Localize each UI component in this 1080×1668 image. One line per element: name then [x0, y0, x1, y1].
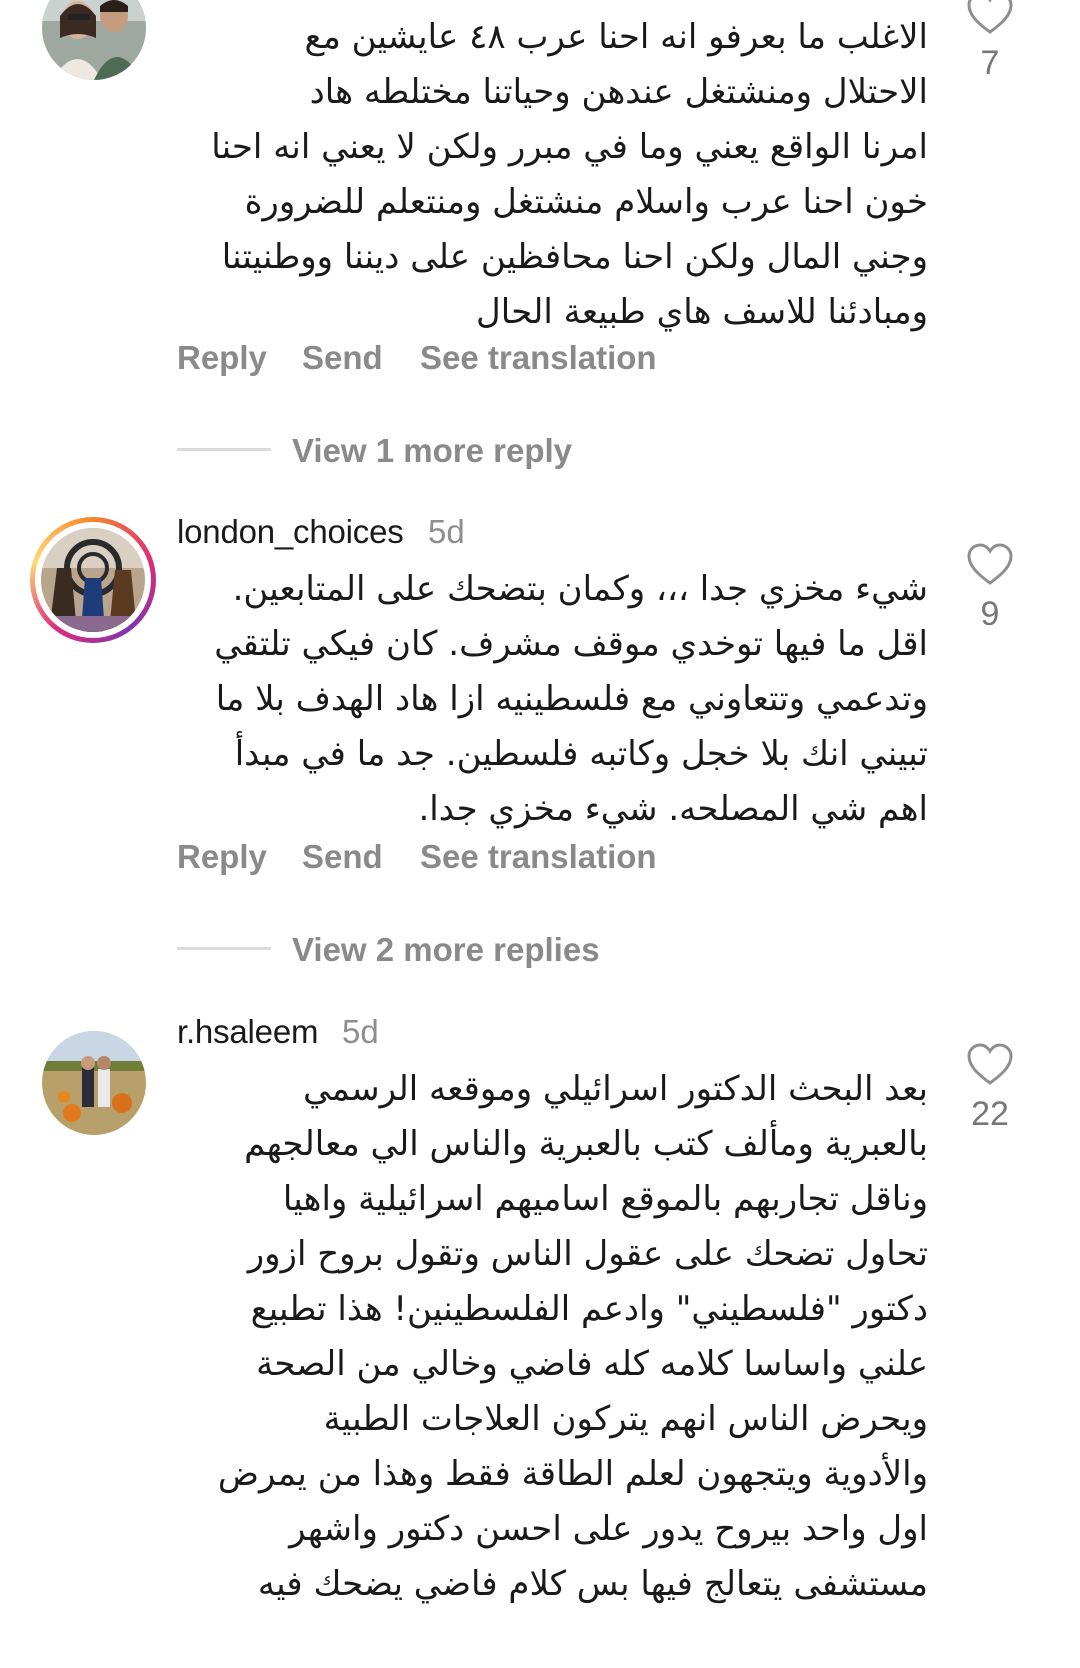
view-more-replies-button[interactable]: View 1 more reply — [292, 432, 572, 470]
comment-text: الاغلب ما بعرفو انه احنا عرب ٤٨ عايشين م… — [211, 17, 928, 332]
heart-outline-icon[interactable] — [966, 543, 1014, 587]
send-button[interactable]: Send — [302, 838, 383, 876]
avatar[interactable] — [42, 0, 146, 80]
send-button[interactable]: Send — [302, 339, 383, 377]
avatar — [41, 528, 145, 632]
comment-username[interactable]: london_choices — [177, 513, 404, 551]
replies-divider — [177, 448, 271, 451]
heart-outline-icon[interactable] — [966, 0, 1014, 36]
comment-username[interactable]: r.hsaleem — [177, 1013, 318, 1051]
avatar-story-ring[interactable] — [30, 517, 156, 643]
see-translation-button[interactable]: See translation — [420, 838, 657, 876]
reply-button[interactable]: Reply — [177, 339, 267, 377]
comment-text: بعد البحث الدكتور اسرائيلي وموقعه الرسمي… — [217, 1069, 928, 1604]
see-translation-button[interactable]: See translation — [420, 339, 657, 377]
reply-button[interactable]: Reply — [177, 838, 267, 876]
heart-outline-icon[interactable] — [966, 1043, 1014, 1087]
avatar[interactable] — [42, 1031, 146, 1135]
like-count: 7 — [980, 44, 1000, 82]
like-count: 9 — [980, 595, 1000, 633]
like-count: 22 — [971, 1095, 1009, 1133]
comment-text: شيء مخزي جدا ،،، وكمان بتضحك على المتابع… — [214, 569, 928, 829]
replies-divider — [177, 947, 271, 950]
comment-time: 5d — [428, 513, 465, 550]
comment-time: 5d — [342, 1013, 379, 1050]
view-more-replies-button[interactable]: View 2 more replies — [292, 931, 600, 969]
